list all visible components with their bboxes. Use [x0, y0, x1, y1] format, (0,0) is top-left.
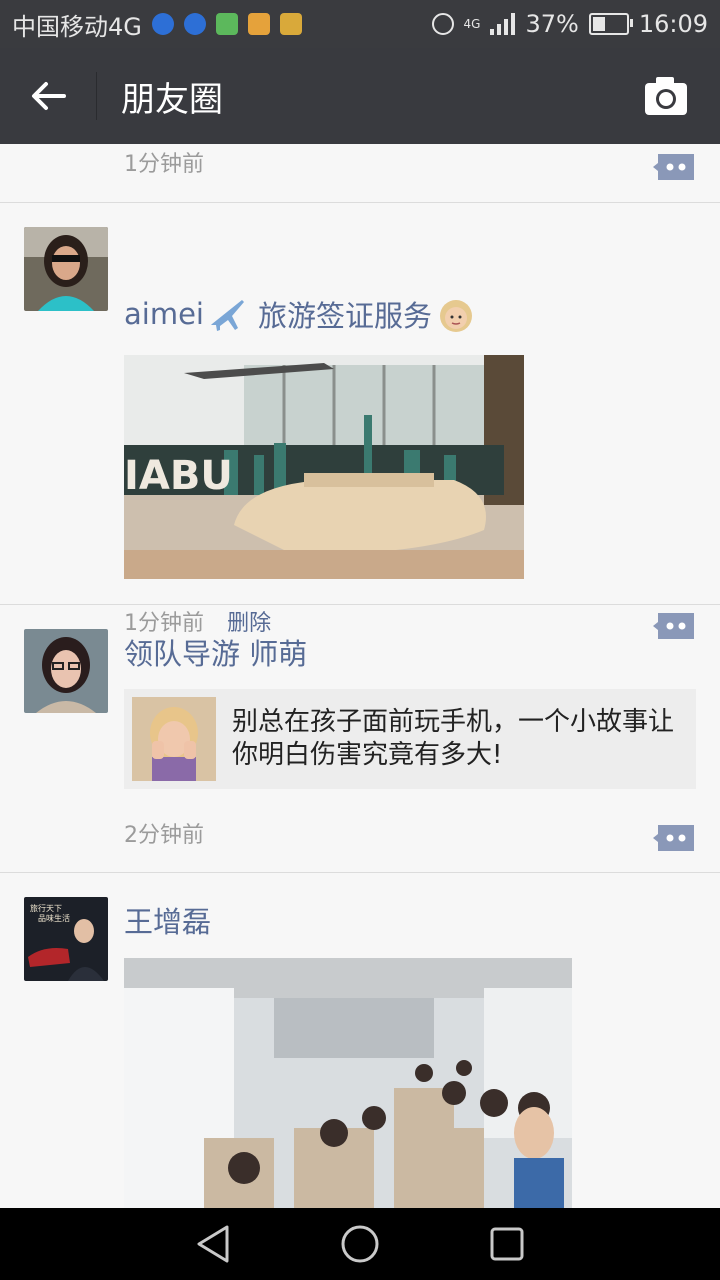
- author-name[interactable]: aimei 旅游签证服务: [124, 293, 476, 335]
- post-photo[interactable]: IABU: [124, 355, 524, 579]
- shared-article-card[interactable]: 别总在孩子面前玩手机，一个小故事让你明白伤害究竟有多大!: [124, 689, 696, 789]
- avatar[interactable]: [24, 227, 108, 311]
- article-title: 别总在孩子面前玩手机，一个小故事让你明白伤害究竟有多大!: [232, 707, 675, 770]
- title-divider: [96, 72, 97, 120]
- back-arrow-icon: [32, 82, 66, 110]
- avatar-caption: 旅行天下: [30, 903, 62, 913]
- camera-icon: [645, 77, 687, 115]
- chat-notification-icon: [183, 13, 206, 35]
- article-thumbnail: [132, 697, 216, 781]
- network-type: 4G: [463, 17, 481, 31]
- recents-nav-icon[interactable]: [489, 1226, 525, 1262]
- home-nav-icon[interactable]: [340, 1224, 380, 1264]
- app-notification-icon: [247, 13, 270, 35]
- moment-post: 1分钟前: [0, 144, 720, 203]
- moments-feed[interactable]: 1分钟前 aimei 旅游签证服务 IABU 1分钟前 删除 领队导游 师萌 别…: [0, 144, 720, 1208]
- wechat-notification-icon: [215, 13, 238, 35]
- girl-emoji-icon: [440, 300, 472, 332]
- author-name-suffix: 旅游签证服务: [257, 299, 432, 333]
- avatar-caption: 品味生活: [38, 913, 70, 923]
- author-name[interactable]: 领队导游 师萌: [124, 631, 307, 673]
- wifi-app-icon: [279, 13, 302, 35]
- clock: 16:09: [638, 10, 708, 38]
- camera-button[interactable]: [644, 76, 688, 116]
- title-bar: 朋友圈: [0, 48, 720, 144]
- author-name-text: aimei: [124, 297, 204, 331]
- back-button[interactable]: [0, 48, 96, 144]
- comment-icon[interactable]: [652, 152, 696, 182]
- author-name[interactable]: 王增磊: [124, 899, 211, 941]
- alarm-icon: [431, 13, 454, 35]
- system-nav-bar: [0, 1208, 720, 1280]
- signal-icon: [490, 13, 516, 35]
- post-meta: 2分钟前: [124, 817, 204, 849]
- post-photo[interactable]: [124, 958, 572, 1208]
- page-title: 朋友圈: [121, 79, 223, 120]
- carrier-label: 中国移动4G: [12, 12, 142, 41]
- app-notification-icon: [151, 13, 174, 35]
- post-time: 1分钟前: [124, 152, 204, 177]
- moment-post: 领队导游 师萌 别总在孩子面前玩手机，一个小故事让你明白伤害究竟有多大! 2分钟…: [0, 605, 720, 873]
- comment-icon[interactable]: [652, 823, 696, 853]
- battery-icon: [588, 13, 633, 35]
- moment-post: aimei 旅游签证服务 IABU 1分钟前 删除: [0, 203, 720, 639]
- battery-percent: 37%: [525, 10, 579, 38]
- back-nav-icon[interactable]: [195, 1224, 231, 1264]
- avatar[interactable]: 旅行天下 品味生活: [24, 897, 108, 981]
- avatar[interactable]: [24, 629, 108, 713]
- moment-post: 旅行天下 品味生活 王增磊: [0, 873, 720, 1208]
- svg-text:IABU: IABU: [124, 453, 233, 499]
- post-time: 2分钟前: [124, 823, 204, 848]
- airplane-emoji-icon: [210, 300, 244, 331]
- status-bar: 中国移动4G 4G 37% 16:09: [0, 0, 720, 48]
